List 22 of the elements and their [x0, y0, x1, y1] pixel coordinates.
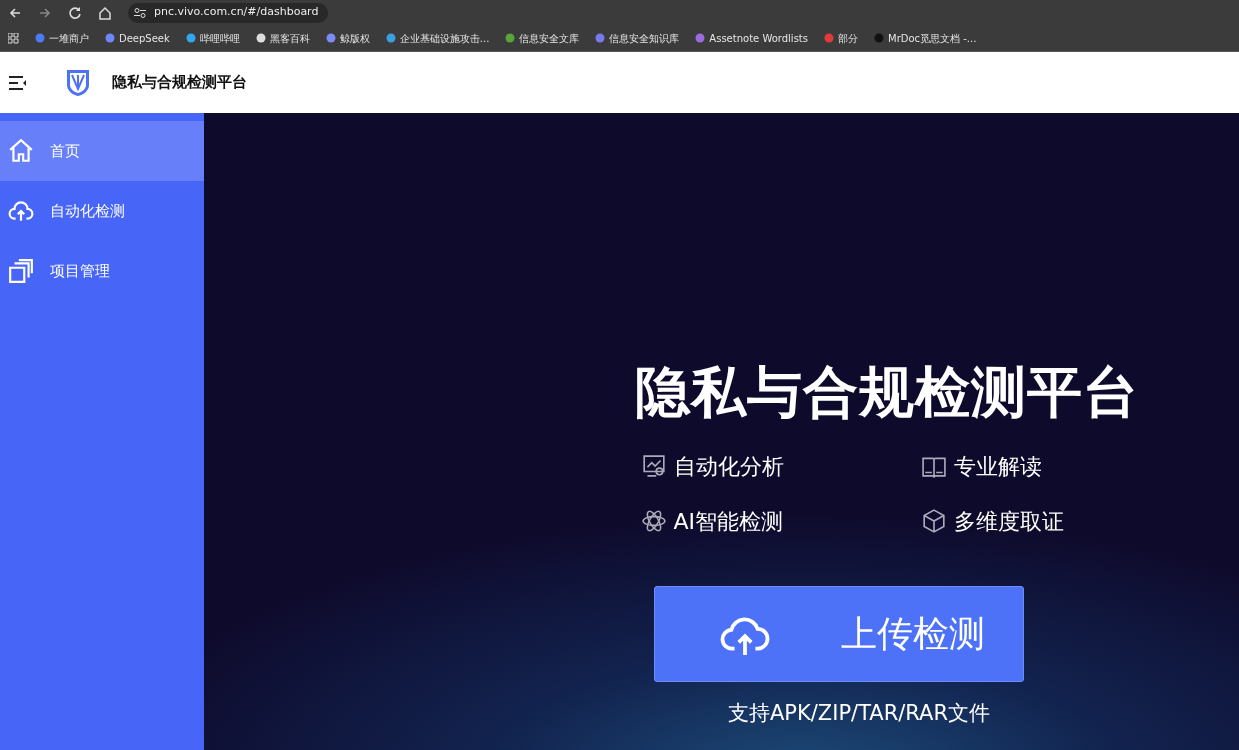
bookmark-link[interactable]: 企业基础设施攻击... — [385, 30, 490, 46]
bookmark-link[interactable]: Assetnote Wordlists — [695, 30, 808, 46]
bookmark-link[interactable]: 部分 — [824, 30, 858, 46]
bookmark-link[interactable]: 哔哩哔哩 — [185, 30, 240, 46]
bookmark-link[interactable]: 黑客百科 — [255, 30, 310, 46]
bookmark-link[interactable]: DeepSeek — [105, 30, 170, 46]
bookmark-link[interactable]: 信息安全文库 — [505, 30, 580, 46]
upload-button[interactable]: 上传检测 — [654, 585, 1024, 682]
bookmark-link[interactable]: 一堆商户 — [35, 30, 89, 46]
feature-label: 自动化分析 — [673, 452, 784, 481]
sidebar-item[interactable]: 自动化检测 — [0, 181, 204, 241]
hero-title: 隐私与合规检测平台 — [634, 359, 1139, 426]
feature-label: AI智能检测 — [673, 507, 784, 536]
bookmark-link[interactable]: 信息安全知识库 — [595, 30, 680, 46]
feature-label: 专业解读 — [953, 452, 1042, 481]
feature-label: 多维度取证 — [953, 507, 1064, 536]
bookmark-link[interactable]: MrDoc觅思文档 -... — [874, 30, 977, 46]
app-title: 隐私与合规检测平台 — [112, 72, 247, 94]
file-types-hint: 支持APK/ZIP/TAR/RAR文件 — [727, 699, 991, 727]
address-bar[interactable]: pnc.vivo.com.cn/#/dashboard — [128, 2, 329, 23]
sidebar-item[interactable]: 项目管理 — [0, 241, 204, 301]
bookmark-link[interactable]: 鲸版权 — [325, 30, 370, 46]
